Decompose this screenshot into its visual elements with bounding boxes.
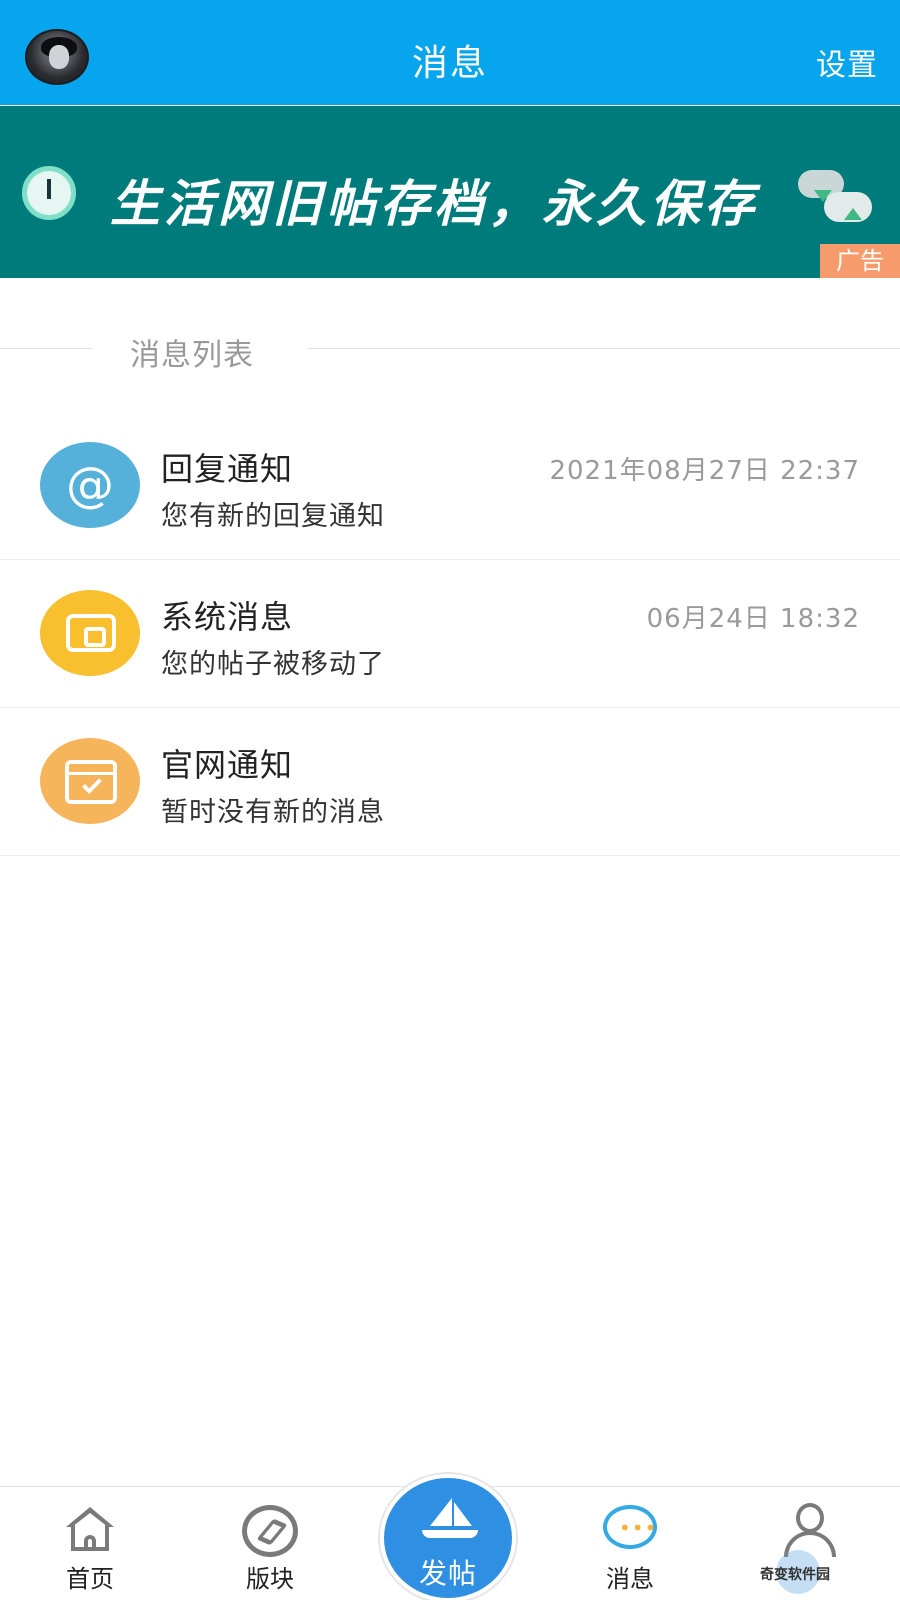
tab-messages[interactable]: ••• 消息 [570,1487,690,1600]
post-button-label: 发帖 [418,1557,477,1590]
tab-label: 首页 [66,1565,114,1593]
tab-label: 消息 [606,1565,654,1593]
sail-right [454,1502,472,1526]
top-nav-bar: 消息 设置 [0,0,900,105]
home-door [84,1535,96,1551]
ad-badge: 广告 [820,244,900,278]
calendar-check-icon [40,738,140,824]
message-title: 系统消息 [161,598,294,636]
message-description: 您有新的回复通知 [161,501,385,532]
cloud-upload-icon [798,162,874,232]
page-title: 消息 [411,43,488,84]
tab-home[interactable]: 首页 [30,1487,150,1600]
tab-boards[interactable]: 版块 [210,1487,330,1600]
message-list: @ 回复通知 您有新的回复通知 2021年08月27日 22:37 系统消息 您… [0,412,900,856]
message-item-reply[interactable]: @ 回复通知 您有新的回复通知 2021年08月27日 22:37 [0,412,900,560]
new-post-button[interactable]: 发帖 [380,1474,516,1600]
user-head [796,1503,824,1533]
sailboat-icon [422,1498,478,1538]
message-time: 2021年08月27日 22:37 [549,456,860,486]
check-mark [82,774,102,794]
message-description: 您的帖子被移动了 [161,649,385,680]
at-icon: @ [40,442,140,528]
message-description: 暂时没有新的消息 [161,797,385,828]
settings-button[interactable]: 设置 [816,40,878,84]
message-title: 官网通知 [161,746,294,784]
upload-arrow-icon [844,208,862,220]
chat-dots: ••• [619,1516,658,1540]
home-icon [63,1507,117,1553]
banner-text: 生活网旧帖存档，永久保存 [110,175,758,233]
sail-left [430,1498,452,1526]
wallet-icon [40,590,140,676]
section-label: 消息列表 [130,338,254,373]
tab-label: 版块 [246,1565,294,1593]
gauge-icon [22,166,76,220]
chat-bubble-icon: ••• [603,1505,657,1549]
compass-icon [242,1505,298,1557]
message-time: 06月24日 18:32 [646,604,860,634]
message-title: 回复通知 [161,450,294,488]
boat-hull [422,1530,478,1538]
message-item-official[interactable]: 官网通知 暂时没有新的消息 [0,708,900,856]
divider [308,348,900,349]
calendar-shape [65,760,117,804]
ad-banner[interactable]: 生活网旧帖存档，永久保存 广告 [0,106,900,278]
wallet-shape [66,614,116,652]
watermark-text: 奇变软件园 [760,1567,830,1583]
at-symbol: @ [66,457,114,513]
divider [0,348,92,349]
message-item-system[interactable]: 系统消息 您的帖子被移动了 06月24日 18:32 [0,560,900,708]
compass-needle [256,1518,288,1546]
message-list-header: 消息列表 [0,320,900,376]
